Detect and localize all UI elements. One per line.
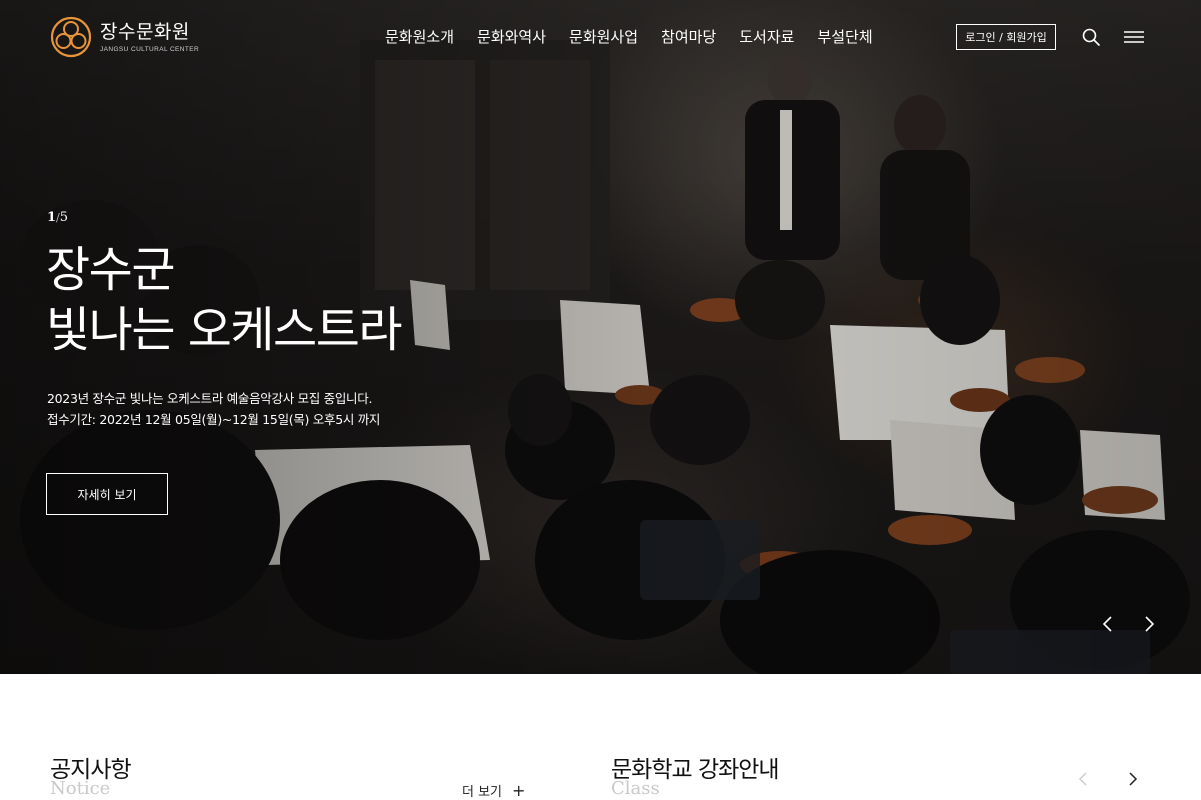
chevron-left-icon[interactable]: [1098, 614, 1118, 634]
hamburger-menu-icon[interactable]: [1123, 29, 1145, 45]
nav-item-about[interactable]: 문화원소개: [385, 26, 454, 48]
plus-icon: +: [512, 780, 526, 800]
view-details-button[interactable]: 자세히 보기: [46, 473, 168, 515]
hero-title-line2: 빛나는 오케스트라: [46, 302, 403, 358]
nav-item-library[interactable]: 도서자료: [739, 26, 794, 48]
hero-slider: 장수문화원 JANGSU CULTURAL CENTER 문화원소개 문화와역사…: [0, 0, 1201, 674]
class-section-subtitle: Class: [611, 778, 660, 799]
hero-description-line2: 접수기간: 2022년 12월 05일(월)~12월 15일(목) 오후5시 까…: [47, 412, 381, 427]
notice-section-subtitle: Notice: [50, 778, 111, 799]
hero-title: 장수군 빛나는 오케스트라: [46, 240, 403, 360]
site-logo[interactable]: 장수문화원 JANGSU CULTURAL CENTER: [50, 16, 199, 58]
slide-pager: 1/5: [47, 210, 68, 225]
nav-item-culture-history[interactable]: 문화와역사: [477, 26, 546, 48]
hero-description-line1: 2023년 장수군 빛나는 오케스트라 예술음악강사 모집 중입니다.: [47, 391, 373, 406]
logo-emblem-icon: [50, 16, 92, 58]
logo-title: 장수문화원: [100, 21, 190, 43]
nav-item-participation[interactable]: 참여마당: [661, 26, 716, 48]
hero-title-line1: 장수군: [46, 242, 175, 298]
site-header: 장수문화원 JANGSU CULTURAL CENTER 문화원소개 문화와역사…: [0, 0, 1201, 74]
slide-total-number: 5: [59, 210, 69, 225]
slide-current-number: 1: [47, 210, 57, 225]
login-signup-button[interactable]: 로그인 / 회원가입: [956, 24, 1056, 50]
notice-more-link[interactable]: 더 보기 +: [462, 781, 525, 800]
nav-item-affiliates[interactable]: 부설단체: [817, 26, 872, 48]
hero-description: 2023년 장수군 빛나는 오케스트라 예술음악강사 모집 중입니다. 접수기간…: [47, 388, 380, 430]
logo-subtitle: JANGSU CULTURAL CENTER: [100, 46, 200, 53]
nav-item-projects[interactable]: 문화원사업: [569, 26, 638, 48]
chevron-right-icon[interactable]: [1124, 770, 1142, 788]
notice-more-label: 더 보기: [462, 785, 503, 800]
chevron-left-icon[interactable]: [1074, 770, 1092, 788]
main-navigation: 문화원소개 문화와역사 문화원사업 참여마당 도서자료 부설단체: [385, 26, 896, 48]
search-icon[interactable]: [1081, 27, 1101, 47]
chevron-right-icon[interactable]: [1139, 614, 1159, 634]
